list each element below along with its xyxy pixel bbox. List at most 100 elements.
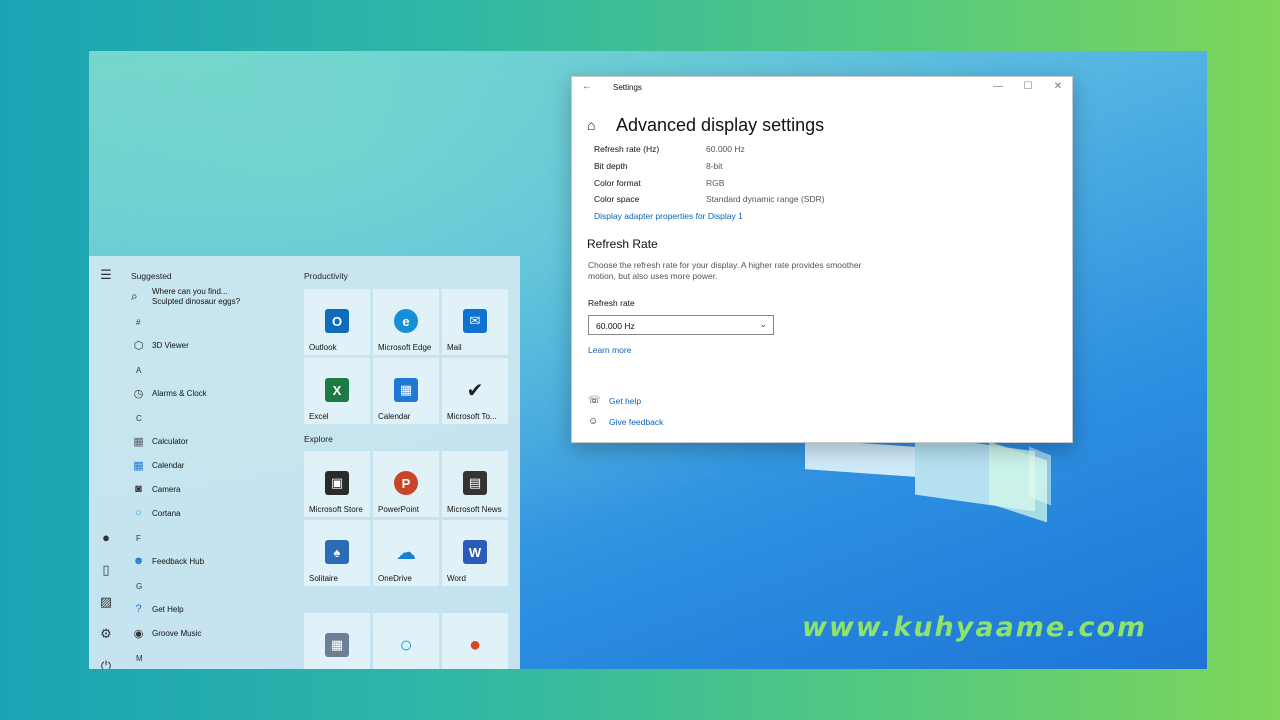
letter-header[interactable]: C: [136, 414, 142, 423]
app-label: Camera: [152, 484, 181, 494]
app-item-calculator[interactable]: ▦ Calculator: [131, 432, 301, 450]
tile-calendar[interactable]: ▦ Calendar: [373, 358, 439, 424]
tile-mail[interactable]: ✉ Mail: [442, 289, 508, 355]
user-avatar-icon[interactable]: ●: [97, 529, 115, 547]
maximize-icon[interactable]: ☐: [1021, 81, 1035, 92]
clock-icon: ◷: [133, 387, 144, 400]
suggestion-item[interactable]: ⌕ Where can you find... Sculpted dinosau…: [131, 287, 301, 311]
tile-label: Excel: [309, 412, 329, 421]
tile-onedrive[interactable]: ☁ OneDrive: [373, 520, 439, 586]
powerpoint-icon: P: [394, 471, 418, 495]
settings-gear-icon[interactable]: ⚙: [97, 625, 115, 643]
app-item-get-help[interactable]: ? Get Help: [131, 600, 301, 618]
app-item-cortana[interactable]: ○ Cortana: [131, 504, 301, 522]
cards-icon: ♠: [325, 540, 349, 564]
documents-icon[interactable]: ▯: [97, 561, 115, 579]
refresh-rate-label: Refresh rate: [588, 298, 635, 308]
give-feedback-link[interactable]: Give feedback: [609, 417, 663, 427]
refresh-rate-description: Choose the refresh rate for your display…: [588, 260, 862, 281]
learn-more-link[interactable]: Learn more: [588, 345, 631, 355]
window-title: Settings: [613, 83, 642, 92]
tile-cortana[interactable]: ○: [373, 613, 439, 669]
tile-area: Productivity O Outlook e Microsoft Edge …: [304, 256, 520, 669]
tile-label: Word: [447, 574, 466, 583]
mail-icon: ✉: [463, 309, 487, 333]
power-icon[interactable]: ⏻: [97, 657, 115, 669]
app-item-alarms-clock[interactable]: ◷ Alarms & Clock: [131, 384, 301, 402]
app-label: Cortana: [152, 508, 181, 518]
tile-solitaire[interactable]: ♠ Solitaire: [304, 520, 370, 586]
app-item-groove-music[interactable]: ◉ Groove Music: [131, 624, 301, 642]
adapter-properties-link[interactable]: Display adapter properties for Display 1: [594, 211, 743, 221]
tile-label: Microsoft News: [447, 505, 502, 514]
tile-label: Calendar: [378, 412, 411, 421]
explore-title: Explore: [304, 434, 333, 444]
cube-icon: ⬡: [133, 339, 144, 352]
cloud-icon: ☁: [396, 541, 416, 564]
get-help-link[interactable]: Get help: [609, 396, 641, 406]
letter-header[interactable]: M: [136, 654, 143, 663]
home-icon[interactable]: ⌂: [587, 117, 595, 133]
property-label: Color space: [594, 194, 640, 204]
calendar-icon: ▦: [394, 378, 418, 402]
letter-header[interactable]: G: [136, 582, 142, 591]
refresh-rate-dropdown[interactable]: 60.000 Hz ⌄: [588, 315, 774, 335]
pictures-icon[interactable]: ▨: [97, 593, 115, 611]
feedback-person-icon: ☺: [588, 416, 599, 427]
word-icon: W: [463, 540, 487, 564]
tile-calculator[interactable]: ▦: [304, 613, 370, 669]
app-item-calendar[interactable]: ▦ Calendar: [131, 456, 301, 474]
tile-maps[interactable]: ●: [442, 613, 508, 669]
tile-microsoft-edge[interactable]: e Microsoft Edge: [373, 289, 439, 355]
property-value: 8-bit: [706, 161, 723, 171]
letter-header[interactable]: #: [136, 318, 140, 327]
excel-icon: X: [325, 378, 349, 402]
app-list: Suggested ⌕ Where can you find... Sculpt…: [123, 256, 303, 669]
calendar-icon: ▦: [133, 459, 144, 472]
cortana-icon: ○: [399, 632, 413, 657]
refresh-rate-heading: Refresh Rate: [587, 237, 658, 251]
feedback-icon: ☻: [132, 555, 145, 567]
letter-header[interactable]: A: [136, 366, 141, 375]
tile-label: Microsoft Edge: [378, 343, 432, 352]
tile-word[interactable]: W Word: [442, 520, 508, 586]
tile-powerpoint[interactable]: P PowerPoint: [373, 451, 439, 517]
app-label: Calculator: [152, 436, 189, 446]
tile-excel[interactable]: X Excel: [304, 358, 370, 424]
chevron-down-icon: ⌄: [759, 319, 767, 329]
app-item-3d-viewer[interactable]: ⬡ 3D Viewer: [131, 336, 301, 354]
app-item-feedback-hub[interactable]: ☻ Feedback Hub: [131, 552, 301, 570]
search-icon: ⌕: [131, 289, 138, 303]
app-label: Feedback Hub: [152, 556, 205, 566]
tile-microsoft-todo[interactable]: ✔ Microsoft To...: [442, 358, 508, 424]
outlook-icon: O: [325, 309, 349, 333]
map-pin-icon: ●: [468, 633, 482, 656]
news-icon: ▤: [463, 471, 487, 495]
tile-label: OneDrive: [378, 574, 412, 583]
property-label: Refresh rate (Hz): [594, 144, 660, 154]
close-icon[interactable]: ✕: [1051, 81, 1065, 92]
hamburger-menu-icon[interactable]: ☰: [97, 266, 115, 284]
suggestion-line: Sculpted dinosaur eggs?: [152, 297, 241, 306]
tile-label: Solitaire: [309, 574, 338, 583]
app-label: Alarms & Clock: [152, 388, 207, 398]
tile-microsoft-news[interactable]: ▤ Microsoft News: [442, 451, 508, 517]
app-label: Get Help: [152, 604, 184, 614]
property-value: 60.000 Hz: [706, 144, 745, 154]
property-value: RGB: [706, 178, 725, 188]
tile-label: Microsoft Store: [309, 505, 363, 514]
app-item-camera[interactable]: ◙ Camera: [131, 480, 301, 498]
tile-microsoft-store[interactable]: ▣ Microsoft Store: [304, 451, 370, 517]
letter-header[interactable]: F: [136, 534, 141, 543]
camera-icon: ◙: [135, 483, 142, 495]
help-icon: ?: [135, 603, 142, 615]
minimize-icon[interactable]: —: [991, 81, 1005, 92]
tile-label: Outlook: [309, 343, 337, 352]
music-icon: ◉: [133, 627, 144, 640]
suggested-title: Suggested: [131, 271, 172, 281]
settings-window: ← Settings — ☐ ✕ ⌂ Advanced display sett…: [571, 76, 1073, 443]
back-arrow-icon[interactable]: ←: [582, 81, 592, 92]
tile-label: Microsoft To...: [447, 412, 497, 421]
productivity-title: Productivity: [304, 271, 348, 281]
tile-outlook[interactable]: O Outlook: [304, 289, 370, 355]
